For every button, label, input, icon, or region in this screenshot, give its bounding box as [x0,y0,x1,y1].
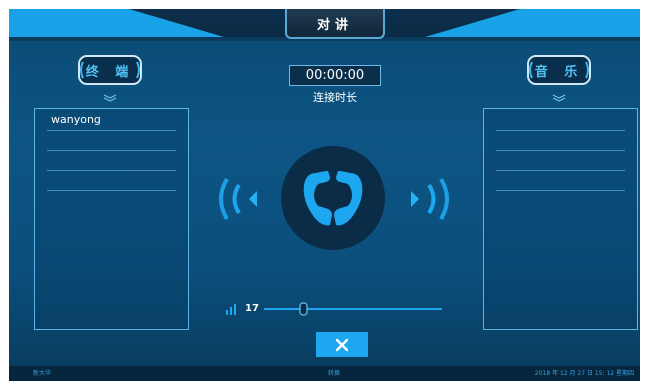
phone-icon[interactable] [298,167,368,231]
music-list-panel [483,108,638,330]
list-item[interactable] [47,171,176,191]
intercom-window: 对讲 终 端 音 乐 wanyong 00:00:00 连接时长 17 新大华 … [9,9,640,381]
music-tab-button[interactable]: 音 乐 [524,53,594,87]
close-icon [335,338,349,351]
status-footer: 新大华 转换 2018 年 12 月 27 日 15: 12 星期四 [9,366,640,381]
terminal-list-panel: wanyong [34,108,189,330]
list-item[interactable] [47,131,176,151]
list-item[interactable] [496,111,625,131]
call-duration-label: 连接时长 [313,91,357,104]
footer-datetime: 2018 年 12 月 27 日 15: 12 星期四 [534,370,634,377]
list-item[interactable] [496,131,625,151]
chevron-down-icon[interactable] [552,94,566,102]
top-bar: 对讲 [9,9,640,41]
footer-center-text: 转换 [328,370,341,377]
terminal-tab-button[interactable]: 终 端 [75,53,145,87]
music-button-label: 音 乐 [534,64,584,80]
list-item[interactable] [47,151,176,171]
list-item[interactable] [496,171,625,191]
list-item[interactable]: wanyong [47,111,176,131]
volume-slider-thumb[interactable] [299,302,308,316]
hang-up-button[interactable] [316,332,368,357]
page-title: 对讲 [285,9,385,39]
chevron-down-icon[interactable] [103,94,117,102]
sound-wave-left-icon [219,177,257,221]
footer-left-text: 新大华 [33,370,52,377]
terminal-button-label: 终 端 [85,64,135,80]
call-duration-display: 00:00:00 [289,65,381,86]
volume-bars-icon [226,304,236,315]
sound-wave-right-icon [411,177,449,221]
list-item[interactable] [496,151,625,171]
volume-value: 17 [245,303,259,314]
volume-slider[interactable] [264,302,444,316]
